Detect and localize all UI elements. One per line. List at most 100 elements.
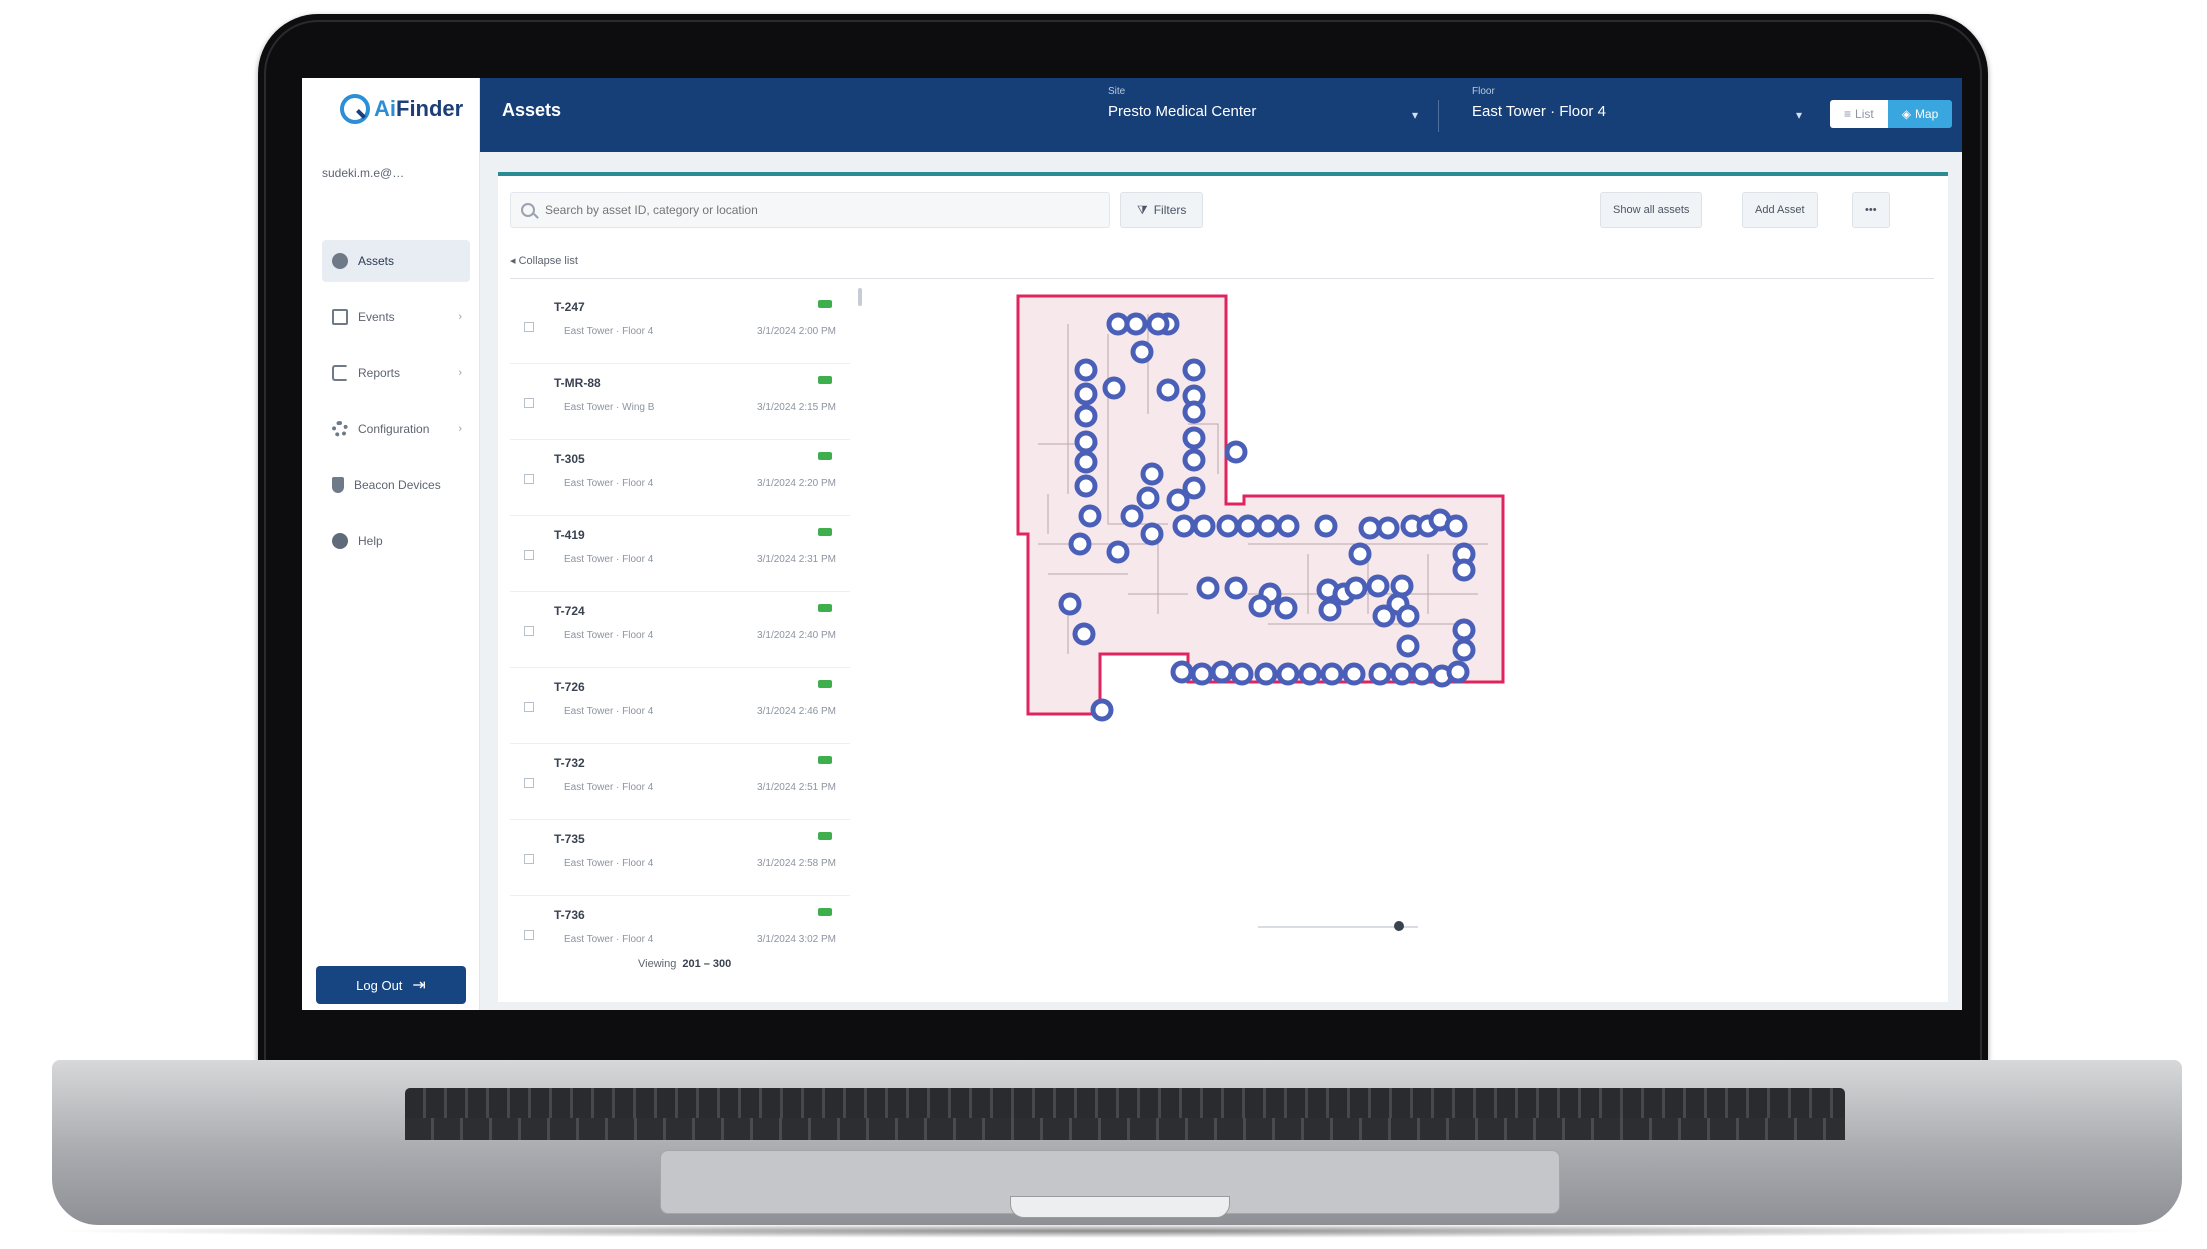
asset-row[interactable]: T-724 East Tower · Floor 4 3/1/2024 2:40 P…: [510, 592, 850, 668]
add-asset-button[interactable]: Add Asset: [1742, 192, 1818, 228]
row-checkbox[interactable]: [524, 322, 534, 332]
asset-row[interactable]: T-735 East Tower · Floor 4 3/1/2024 2:58 P…: [510, 820, 850, 896]
collapse-list-link[interactable]: ◂ Collapse list: [510, 254, 578, 267]
asset-marker[interactable]: [1190, 662, 1214, 686]
asset-marker[interactable]: [1224, 576, 1248, 600]
asset-marker[interactable]: [1210, 660, 1234, 684]
map-view-toggle[interactable]: ◈ Map: [1887, 100, 1953, 128]
asset-marker[interactable]: [1452, 558, 1476, 582]
sidebar-item-reports[interactable]: Reports ›: [322, 352, 470, 394]
sidebar-item-help[interactable]: Help: [322, 520, 470, 562]
search-box[interactable]: [510, 192, 1110, 228]
asset-marker[interactable]: [1170, 660, 1194, 684]
asset-row[interactable]: T-736 East Tower · Floor 4 3/1/2024 3:02 P…: [510, 896, 850, 948]
asset-marker[interactable]: [1156, 378, 1180, 402]
asset-marker[interactable]: [1274, 596, 1298, 620]
zoom-slider-handle[interactable]: [1394, 921, 1404, 931]
asset-row[interactable]: T-MR-88 East Tower · Wing B 3/1/2024 2:15 …: [510, 364, 850, 440]
asset-marker[interactable]: [1314, 514, 1338, 538]
asset-marker[interactable]: [1106, 312, 1130, 336]
sidebar-item-assets[interactable]: Assets: [322, 240, 470, 282]
asset-marker[interactable]: [1136, 486, 1160, 510]
zoom-slider[interactable]: [1258, 921, 1418, 931]
asset-marker[interactable]: [1452, 638, 1476, 662]
asset-marker[interactable]: [1358, 516, 1382, 540]
asset-marker[interactable]: [1182, 400, 1206, 424]
floor-plan-map[interactable]: [1008, 294, 1728, 944]
asset-row[interactable]: T-247 East Tower · Floor 4 3/1/2024 2:00 P…: [510, 288, 850, 364]
asset-marker[interactable]: [1366, 574, 1390, 598]
row-checkbox[interactable]: [524, 626, 534, 636]
asset-marker[interactable]: [1102, 376, 1126, 400]
asset-marker[interactable]: [1230, 662, 1254, 686]
asset-marker[interactable]: [1166, 488, 1190, 512]
asset-row[interactable]: T-305 East Tower · Floor 4 3/1/2024 2:20 P…: [510, 440, 850, 516]
asset-marker[interactable]: [1074, 450, 1098, 474]
list-scrollbar[interactable]: [858, 288, 862, 306]
asset-marker[interactable]: [1318, 598, 1342, 622]
asset-marker[interactable]: [1182, 426, 1206, 450]
sidebar-item-events[interactable]: Events ›: [322, 296, 470, 338]
asset-marker[interactable]: [1348, 542, 1372, 566]
more-options-button[interactable]: •••: [1852, 192, 1890, 228]
asset-marker[interactable]: [1256, 514, 1280, 538]
asset-marker[interactable]: [1396, 604, 1420, 628]
asset-marker[interactable]: [1342, 662, 1366, 686]
sidebar-item-configuration[interactable]: Configuration ›: [322, 408, 470, 450]
asset-marker[interactable]: [1410, 662, 1434, 686]
show-all-assets-button[interactable]: Show all assets: [1600, 192, 1703, 228]
asset-marker[interactable]: [1124, 312, 1148, 336]
asset-marker[interactable]: [1446, 660, 1470, 684]
asset-marker[interactable]: [1140, 462, 1164, 486]
list-view-toggle[interactable]: ≡ List: [1830, 100, 1888, 128]
asset-marker[interactable]: [1368, 662, 1392, 686]
asset-marker[interactable]: [1058, 592, 1082, 616]
logout-button[interactable]: Log Out ⇥: [316, 966, 466, 1004]
asset-marker[interactable]: [1396, 634, 1420, 658]
asset-marker[interactable]: [1074, 382, 1098, 406]
asset-marker[interactable]: [1276, 662, 1300, 686]
asset-marker[interactable]: [1216, 514, 1240, 538]
row-checkbox[interactable]: [524, 398, 534, 408]
filters-button[interactable]: ⧩ Filters: [1120, 192, 1204, 228]
floor-select[interactable]: Floor East Tower · Floor 4 ▾: [1472, 86, 1802, 138]
row-checkbox[interactable]: [524, 702, 534, 712]
asset-marker[interactable]: [1074, 404, 1098, 428]
asset-row[interactable]: T-732 East Tower · Floor 4 3/1/2024 2:51 P…: [510, 744, 850, 820]
asset-marker[interactable]: [1248, 594, 1272, 618]
asset-row[interactable]: T-419 East Tower · Floor 4 3/1/2024 2:31 P…: [510, 516, 850, 592]
asset-marker[interactable]: [1236, 514, 1260, 538]
asset-marker[interactable]: [1320, 662, 1344, 686]
row-checkbox[interactable]: [524, 778, 534, 788]
site-select[interactable]: Site Presto Medical Center ▾: [1108, 86, 1418, 138]
pagination-range[interactable]: 201 – 300: [682, 958, 731, 970]
asset-marker[interactable]: [1172, 514, 1196, 538]
asset-marker[interactable]: [1444, 514, 1468, 538]
sidebar-item-beacon-devices[interactable]: Beacon Devices: [322, 464, 470, 506]
asset-marker[interactable]: [1072, 622, 1096, 646]
asset-marker[interactable]: [1120, 504, 1144, 528]
asset-marker[interactable]: [1376, 516, 1400, 540]
asset-marker[interactable]: [1074, 430, 1098, 454]
asset-marker[interactable]: [1182, 358, 1206, 382]
asset-marker[interactable]: [1390, 574, 1414, 598]
asset-marker[interactable]: [1276, 514, 1300, 538]
brand-logo[interactable]: AiFinder: [338, 92, 463, 126]
asset-marker[interactable]: [1146, 312, 1170, 336]
asset-marker[interactable]: [1298, 662, 1322, 686]
search-input[interactable]: [545, 203, 1105, 217]
asset-marker[interactable]: [1074, 358, 1098, 382]
asset-marker[interactable]: [1182, 448, 1206, 472]
asset-marker[interactable]: [1254, 662, 1278, 686]
asset-marker[interactable]: [1090, 698, 1114, 722]
row-checkbox[interactable]: [524, 550, 534, 560]
asset-marker[interactable]: [1224, 440, 1248, 464]
asset-marker[interactable]: [1192, 514, 1216, 538]
asset-marker[interactable]: [1078, 504, 1102, 528]
asset-row[interactable]: T-726 East Tower · Floor 4 3/1/2024 2:46 P…: [510, 668, 850, 744]
row-checkbox[interactable]: [524, 930, 534, 940]
row-checkbox[interactable]: [524, 854, 534, 864]
asset-marker[interactable]: [1106, 540, 1130, 564]
asset-marker[interactable]: [1068, 532, 1092, 556]
asset-marker[interactable]: [1140, 522, 1164, 546]
